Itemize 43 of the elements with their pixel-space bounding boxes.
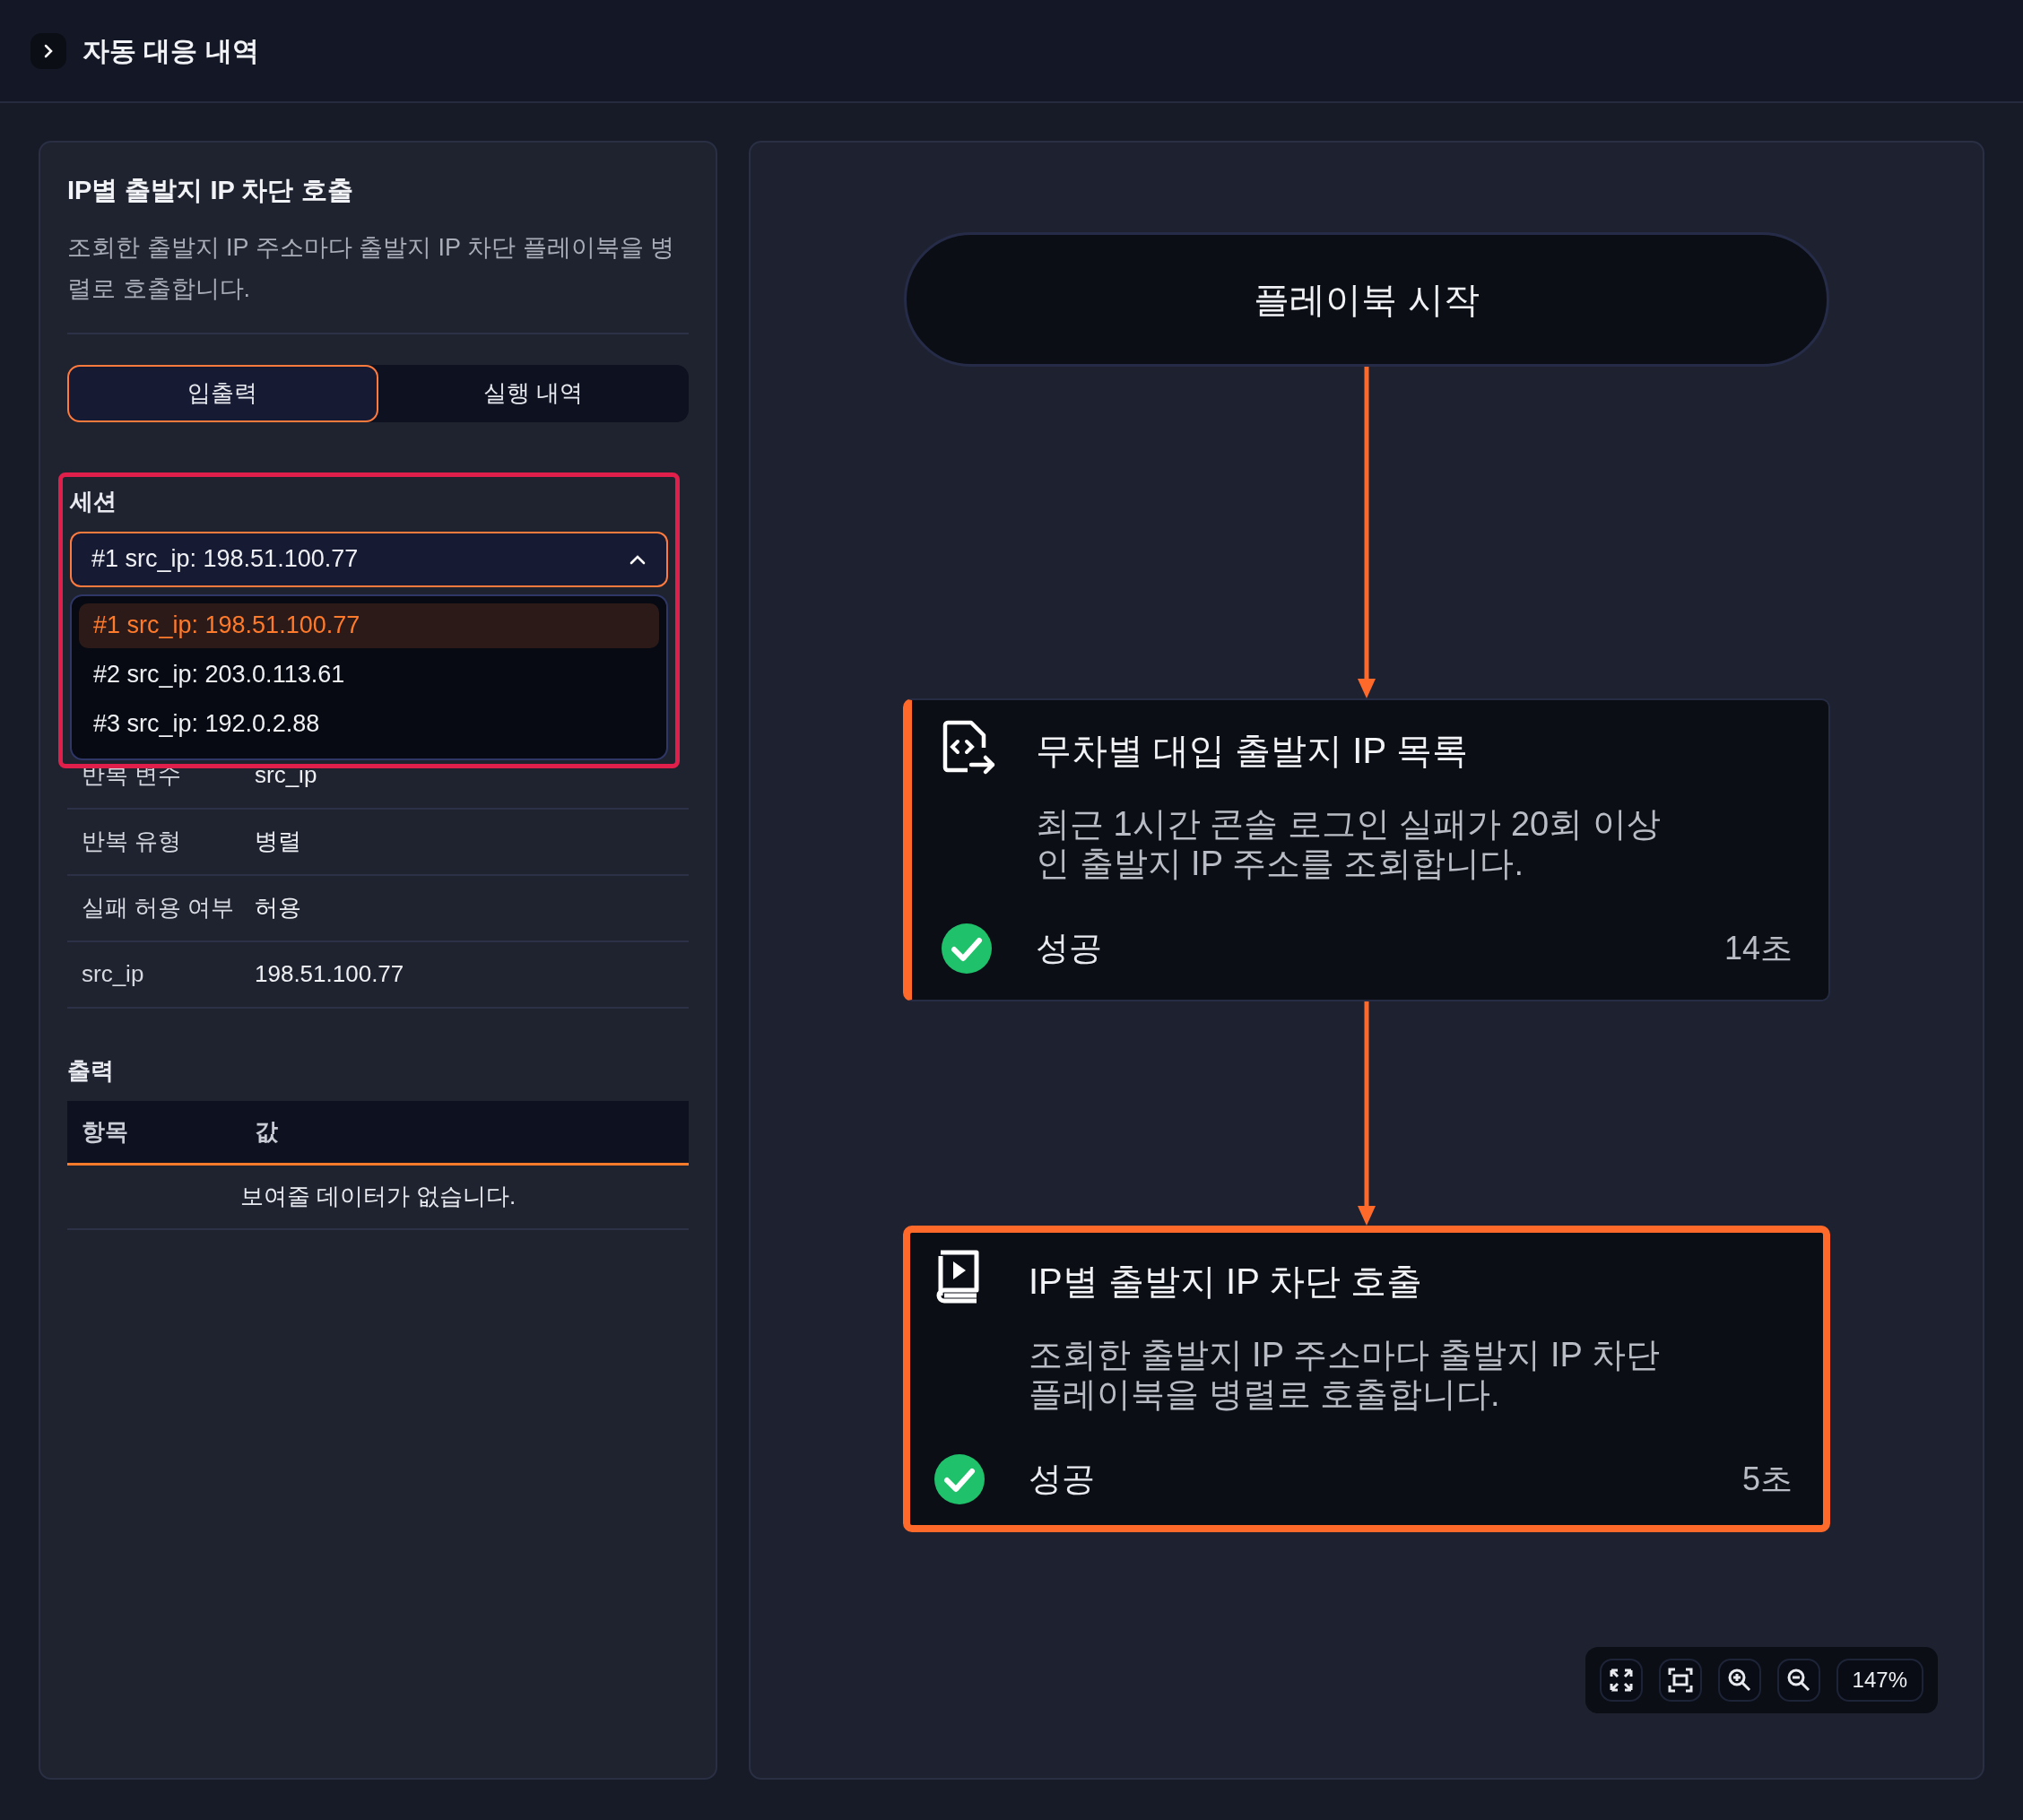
dropdown-option[interactable]: #3 src_ip: 192.0.2.88: [79, 701, 659, 747]
session-select[interactable]: #1 src_ip: 198.51.100.77: [70, 531, 668, 587]
tab[interactable]: 실행 내역: [378, 364, 689, 422]
column-header: 항목: [82, 1116, 129, 1147]
section-label: 출력: [67, 1055, 114, 1086]
zoom-out-button[interactable]: [1776, 1659, 1820, 1702]
row-value: 병렬: [255, 827, 301, 856]
status-text: 성공: [1029, 1460, 1096, 1500]
page-title: 자동 대응 내역: [82, 35, 259, 67]
row-value: 허용: [255, 893, 301, 923]
expand-button[interactable]: [30, 32, 66, 69]
node-title: 무차별 대입 출발지 IP 목록: [1036, 730, 1469, 772]
duration-text: 14초: [1723, 929, 1793, 968]
node-description: 최근 1시간 콘솔 로그인 실패가 20회 이상인 출발지 IP 주소를 조회합니다.: [1036, 804, 1662, 883]
panel-title: IP별 출발지 IP 차단 호출: [67, 175, 354, 206]
node-description: 조회한 출발지 IP 주소마다 출발지 IP 차단 플레이북을 병렬로 호출합니다.: [1029, 1335, 1661, 1414]
field-label: 세션: [70, 486, 117, 516]
zoom-level: 147%: [1836, 1659, 1923, 1702]
panel-description: 조회한 출발지 IP 주소마다 출발지 IP 차단 플레이북을 병렬로 호출합니다.: [67, 226, 689, 334]
select-value: #1 src_ip: 198.51.100.77: [91, 544, 359, 575]
row-value: 198.51.100.77: [255, 959, 404, 989]
column-header: 값: [255, 1116, 278, 1147]
duration-text: 5초: [1741, 1460, 1793, 1499]
empty-message: 보여줄 데이터가 없습니다.: [239, 1182, 517, 1211]
row-value: src_ip: [255, 760, 317, 790]
row-key: src_ip: [82, 957, 255, 992]
fullscreen-button[interactable]: [1599, 1659, 1643, 1702]
zoom-in-button[interactable]: [1717, 1659, 1761, 1702]
dropdown-option[interactable]: #2 src_ip: 203.0.113.61: [79, 652, 659, 698]
fit-view-icon: [1667, 1668, 1693, 1693]
start-node: 플레이북 시작: [904, 232, 1829, 367]
tab[interactable]: 입출력: [67, 364, 378, 422]
fullscreen-icon: [1608, 1668, 1634, 1693]
node-title: IP별 출발지 IP 차단 호출: [1029, 1261, 1424, 1303]
row-key: 반복 유형: [82, 824, 255, 859]
flow-node-card[interactable]: IP별 출발지 IP 차단 호출 조회한 출발지 IP 주소마다 출발지 IP 차단 플레이북을 병렬로 호출합니다. 성공 5초: [903, 1226, 1830, 1532]
zoom-out-icon: [1785, 1668, 1811, 1693]
dropdown-option[interactable]: #1 src_ip: 198.51.100.77: [79, 602, 659, 648]
row-key: 실패 허용 여부: [82, 890, 255, 925]
zoom-in-icon: [1726, 1668, 1752, 1693]
flow-node-card[interactable]: 무차별 대입 출발지 IP 목록 최근 1시간 콘솔 로그인 실패가 20회 이상인 출발지 IP 주소를 조회합니다. 성공 14초: [903, 698, 1830, 1001]
fit-view-button[interactable]: [1658, 1659, 1702, 1702]
status-text: 성공: [1036, 929, 1103, 969]
